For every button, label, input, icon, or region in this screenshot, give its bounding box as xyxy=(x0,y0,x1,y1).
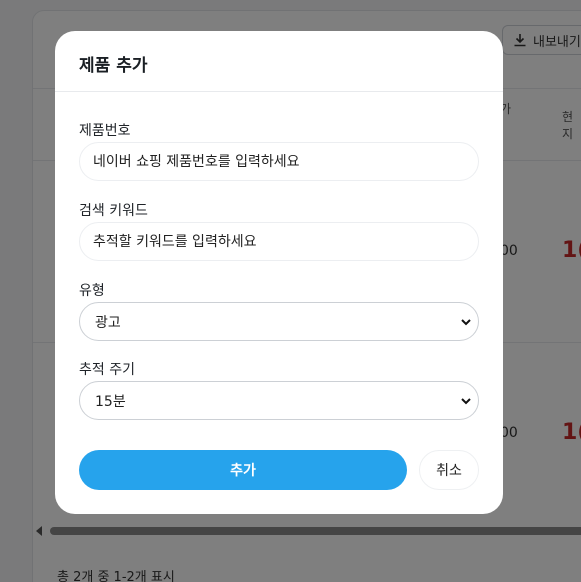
type-select-value: 광고 xyxy=(95,314,121,331)
product-id-label: 제품번호 xyxy=(79,123,131,139)
cancel-button[interactable]: 취소 xyxy=(419,450,479,490)
keyword-input[interactable] xyxy=(79,222,479,261)
chevron-down-icon xyxy=(461,319,471,326)
keyword-label: 검색 키워드 xyxy=(79,203,148,219)
type-select[interactable]: 광고 xyxy=(79,302,479,341)
interval-label: 추적 주기 xyxy=(79,362,135,378)
product-id-input[interactable] xyxy=(79,142,479,181)
add-button[interactable]: 추가 xyxy=(79,450,407,490)
interval-select-value: 15분 xyxy=(95,393,126,410)
type-label: 유형 xyxy=(79,283,105,299)
product-id-field: 제품번호 xyxy=(79,120,479,181)
interval-select[interactable]: 15분 xyxy=(79,381,479,420)
chevron-down-icon xyxy=(461,398,471,405)
add-product-modal: 제품 추가 제품번호 검색 키워드 유형 광고 추적 주기 15분 추가 취소 xyxy=(55,31,503,514)
modal-header: 제품 추가 xyxy=(55,31,503,92)
modal-title: 제품 추가 xyxy=(79,56,148,76)
type-field: 유형 광고 xyxy=(79,280,479,341)
keyword-field: 검색 키워드 xyxy=(79,200,479,261)
interval-field: 추적 주기 15분 xyxy=(79,359,479,420)
